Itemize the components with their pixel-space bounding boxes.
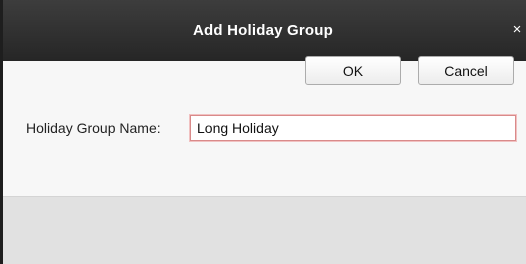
cancel-button[interactable]: Cancel (418, 56, 514, 85)
holiday-group-name-label: Holiday Group Name: (26, 120, 161, 136)
add-holiday-group-dialog: Add Holiday Group × Holiday Group Name: … (0, 0, 526, 264)
dialog-title: Add Holiday Group (192, 22, 334, 39)
window-edge (0, 0, 3, 264)
dialog-titlebar: Add Holiday Group × (0, 0, 526, 61)
dialog-footer (3, 197, 526, 264)
ok-button[interactable]: OK (305, 56, 401, 85)
holiday-group-name-input[interactable] (190, 115, 516, 141)
close-icon[interactable]: × (510, 20, 524, 40)
